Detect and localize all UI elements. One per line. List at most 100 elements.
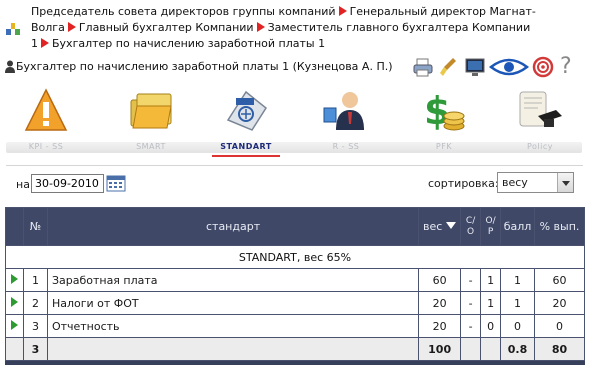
total-arrow-cell	[5, 337, 24, 361]
total-op-cell	[480, 337, 502, 361]
row-co: -	[460, 314, 482, 338]
total-num: 3	[22, 337, 48, 361]
header-co-bottom: О	[467, 226, 475, 237]
table-row: 3 Отчетность 20 - 0 0 0	[5, 314, 585, 338]
header-percent: % вып.	[534, 207, 585, 246]
user-label: Бухгалтер по начислению заработной платы…	[16, 60, 393, 73]
chevron-down-icon[interactable]	[557, 173, 573, 192]
module-label: SMART	[136, 142, 166, 151]
sort-value: весу	[502, 176, 528, 189]
table-row: 1 Заработная плата 60 - 1 1 60	[5, 268, 585, 292]
sort-select[interactable]: весу	[497, 172, 574, 193]
row-op: 0	[480, 314, 502, 338]
row-num: 3	[22, 314, 48, 338]
calendar-icon[interactable]	[106, 175, 126, 192]
eye-icon[interactable]	[489, 56, 529, 78]
row-score: 1	[500, 291, 536, 315]
sort-label: сортировка:	[428, 177, 499, 190]
row-num: 2	[22, 291, 48, 315]
header-op-bottom: Р	[487, 226, 494, 237]
module-bar: KPI - SS SMART STANDART R - SS $ PFK Pol…	[0, 84, 591, 162]
row-num: 1	[22, 268, 48, 292]
row-percent: 0	[534, 314, 585, 338]
total-co-cell	[460, 337, 482, 361]
row-percent: 20	[534, 291, 585, 315]
row-weight: 60	[418, 268, 462, 292]
total-score: 0.8	[500, 337, 536, 361]
play-icon	[10, 273, 18, 284]
breadcrumb-item-payroll-accountant[interactable]: Бухгалтер по начислению заработной платы…	[52, 37, 325, 50]
play-icon	[10, 296, 18, 307]
expand-button[interactable]	[5, 268, 24, 292]
row-co: -	[460, 291, 482, 315]
folders-icon	[130, 93, 172, 129]
module-r-ss[interactable]: R - SS	[304, 84, 388, 158]
breadcrumb-arrow-icon	[338, 6, 347, 16]
active-tab-underline	[212, 155, 280, 157]
sort-desc-icon	[446, 222, 457, 229]
expand-button[interactable]	[5, 291, 24, 315]
header-weight[interactable]: вес	[418, 207, 462, 246]
module-standart[interactable]: STANDART	[204, 84, 288, 158]
person-numbers-icon	[323, 92, 364, 130]
org-chart-icon	[6, 23, 20, 35]
help-icon[interactable]: ?	[560, 54, 582, 79]
total-weight: 100	[418, 337, 462, 361]
row-co: -	[460, 268, 482, 292]
breadcrumb-arrow-icon	[256, 22, 265, 32]
group-row: STANDART, вес 65%	[5, 245, 585, 269]
module-label: KPI - SS	[28, 142, 64, 151]
row-score: 0	[500, 314, 536, 338]
module-kpi-ss[interactable]: KPI - SS	[4, 84, 88, 158]
date-input[interactable]	[31, 174, 104, 193]
module-policy[interactable]: Policy	[498, 84, 582, 158]
date-label: на	[16, 178, 30, 191]
module-smart[interactable]: SMART	[109, 84, 193, 158]
total-percent: 80	[534, 337, 585, 361]
row-weight: 20	[418, 314, 462, 338]
header-num: №	[22, 207, 48, 246]
row-name[interactable]: Налоги от ФОТ	[46, 291, 420, 315]
header-op: О/Р	[480, 207, 502, 246]
header-co: С/О	[460, 207, 482, 246]
group-label: STANDART, вес 65%	[5, 245, 585, 269]
row-op: 1	[480, 268, 502, 292]
total-name-cell	[46, 337, 420, 361]
breadcrumb-item-chief-accountant[interactable]: Главный бухгалтер Компании	[79, 21, 254, 34]
row-name[interactable]: Отчетность	[46, 314, 420, 338]
brush-icon[interactable]	[438, 56, 460, 78]
total-row: 3 100 0.8 80	[5, 337, 585, 361]
header-arrow-cell	[5, 207, 24, 246]
play-icon	[10, 319, 18, 330]
expand-button[interactable]	[5, 314, 24, 338]
breadcrumb-arrow-icon	[41, 38, 49, 48]
module-label: STANDART	[220, 142, 272, 151]
row-op: 1	[480, 291, 502, 315]
module-label: PFK	[435, 142, 453, 151]
goal-icon	[226, 90, 267, 131]
breadcrumb-item-chairman[interactable]: Председатель совета директоров группы ко…	[31, 5, 336, 18]
row-name[interactable]: Заработная плата	[46, 268, 420, 292]
print-icon[interactable]	[412, 56, 434, 78]
graduation-icon	[519, 91, 562, 127]
money-icon: $	[424, 89, 465, 133]
monitor-icon[interactable]	[464, 56, 486, 78]
module-label: Policy	[526, 142, 553, 151]
table-row: 2 Налоги от ФОТ 20 - 1 1 20	[5, 291, 585, 315]
row-percent: 60	[534, 268, 585, 292]
header-standard: стандарт	[46, 207, 420, 246]
row-weight: 20	[418, 291, 462, 315]
module-label-strip	[6, 142, 582, 153]
row-score: 1	[500, 268, 536, 292]
user-bar: Бухгалтер по начислению заработной платы…	[0, 53, 591, 81]
module-label: R - SS	[332, 142, 360, 151]
divider	[6, 165, 583, 166]
header-weight-label: вес	[422, 220, 443, 233]
user-icon	[5, 60, 15, 73]
target-icon[interactable]	[532, 56, 554, 78]
header-op-top: О/	[485, 215, 496, 226]
header-score: балл	[500, 207, 536, 246]
module-pfk[interactable]: $ PFK	[402, 84, 486, 158]
header-co-top: С/	[465, 215, 476, 226]
breadcrumb-arrow-icon	[67, 22, 76, 32]
